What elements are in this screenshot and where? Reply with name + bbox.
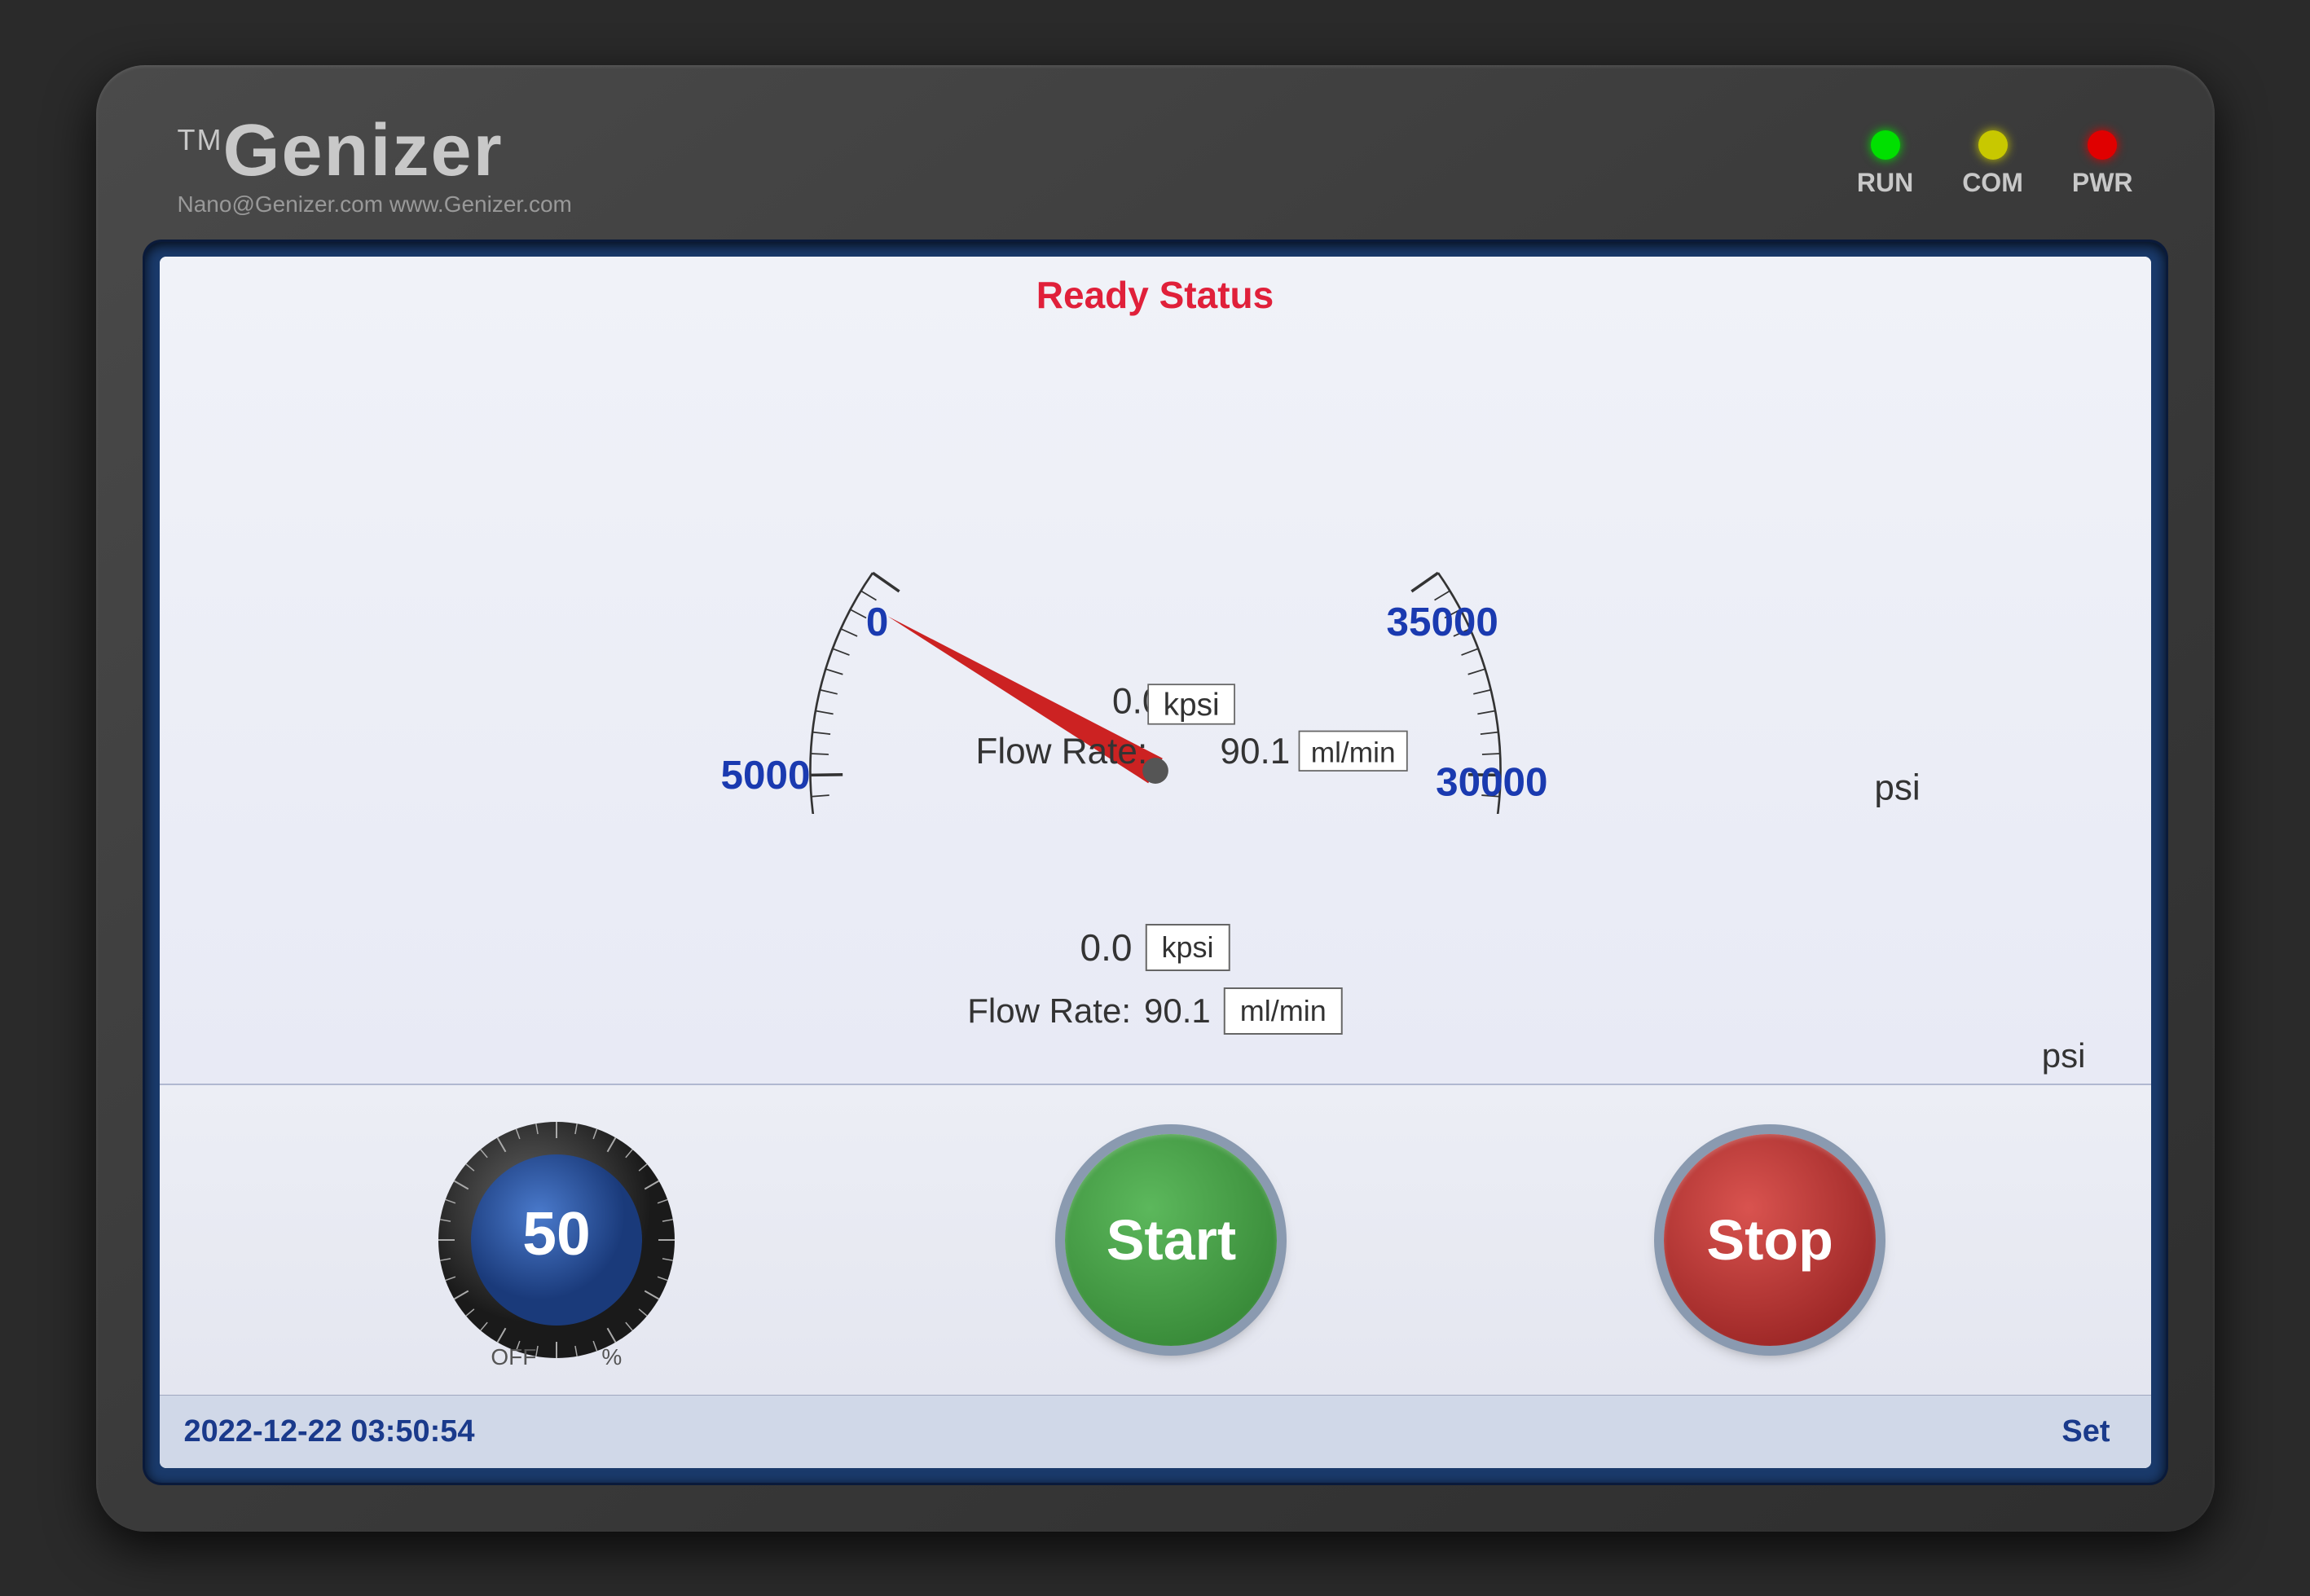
gauge-section: Ready Status 050001000015000200002500030…: [160, 257, 2151, 1085]
gauge-svg-real: 050001000015000200002500030000350000.0kp…: [259, 325, 2052, 814]
pressure-display: 0.0 kpsi: [1080, 924, 1230, 971]
svg-text:0: 0: [865, 600, 887, 644]
knob-svg: 50: [434, 1118, 679, 1362]
svg-text:kpsi: kpsi: [1163, 688, 1219, 723]
gauge-container: 050001000015000200002500030000350000.0kp…: [259, 325, 2052, 814]
com-led-label: COM: [1962, 168, 2023, 198]
knob-label-percent: %: [601, 1344, 622, 1370]
tm-superscript: TM: [178, 123, 223, 156]
datetime-display: 2022-12-22 03:50:54: [184, 1414, 475, 1449]
logo-subtitle: Nano@Genizer.com www.Genizer.com: [178, 191, 572, 218]
knob-label-off: OFF: [491, 1344, 536, 1370]
control-section: 50 OFF % Start Stop: [160, 1085, 2151, 1395]
device-body: TMGenizer Nano@Genizer.com www.Genizer.c…: [96, 65, 2215, 1532]
svg-text:Flow Rate:: Flow Rate:: [975, 732, 1147, 772]
stop-button-label: Stop: [1706, 1207, 1833, 1273]
run-led-label: RUN: [1857, 168, 1913, 198]
pressure-value: 0.0: [1080, 926, 1133, 969]
screen-bezel: Ready Status 050001000015000200002500030…: [145, 242, 2166, 1483]
screen-inner: Ready Status 050001000015000200002500030…: [160, 257, 2151, 1468]
flow-rate-label: Flow Rate:: [967, 991, 1131, 1031]
set-button[interactable]: Set: [2045, 1408, 2126, 1456]
start-button[interactable]: Start: [1065, 1134, 1277, 1346]
knob-container: 50 OFF %: [434, 1118, 679, 1362]
run-led-dot: [1871, 130, 1900, 160]
svg-text:5000: 5000: [720, 752, 810, 797]
svg-text:35000: 35000: [1386, 600, 1498, 644]
svg-text:90.1: 90.1: [1220, 732, 1290, 772]
led-pwr: PWR: [2072, 130, 2133, 198]
knob-value-text: 50: [522, 1199, 590, 1268]
status-title: Ready Status: [1036, 273, 1274, 317]
status-bar: 2022-12-22 03:50:54 Set: [160, 1395, 2151, 1468]
svg-text:ml/min: ml/min: [1310, 736, 1395, 768]
knob-labels: OFF %: [491, 1344, 622, 1370]
status-leds: RUN COM PWR: [1857, 114, 2133, 198]
stop-button[interactable]: Stop: [1664, 1134, 1876, 1346]
svg-text:psi: psi: [1874, 767, 1920, 807]
pressure-unit: kpsi: [1145, 924, 1230, 971]
brand-logo: TMGenizer: [178, 114, 572, 187]
pwr-led-label: PWR: [2072, 168, 2133, 198]
led-run: RUN: [1857, 130, 1913, 198]
device-header: TMGenizer Nano@Genizer.com www.Genizer.c…: [129, 98, 2182, 242]
led-com: COM: [1962, 130, 2023, 198]
flow-rate-value: 90.1: [1144, 991, 1211, 1031]
logo-area: TMGenizer Nano@Genizer.com www.Genizer.c…: [178, 114, 572, 218]
pwr-led-dot: [2088, 130, 2117, 160]
gauge-center-info: 0.0 kpsi Flow Rate: 90.1 ml/min: [967, 924, 1342, 1035]
flow-rate-display: Flow Rate: 90.1 ml/min: [967, 987, 1342, 1035]
start-button-label: Start: [1107, 1207, 1236, 1273]
flow-rate-unit: ml/min: [1224, 987, 1343, 1035]
com-led-dot: [1978, 130, 2008, 160]
psi-label: psi: [2042, 1036, 2086, 1075]
svg-text:30000: 30000: [1436, 759, 1547, 804]
